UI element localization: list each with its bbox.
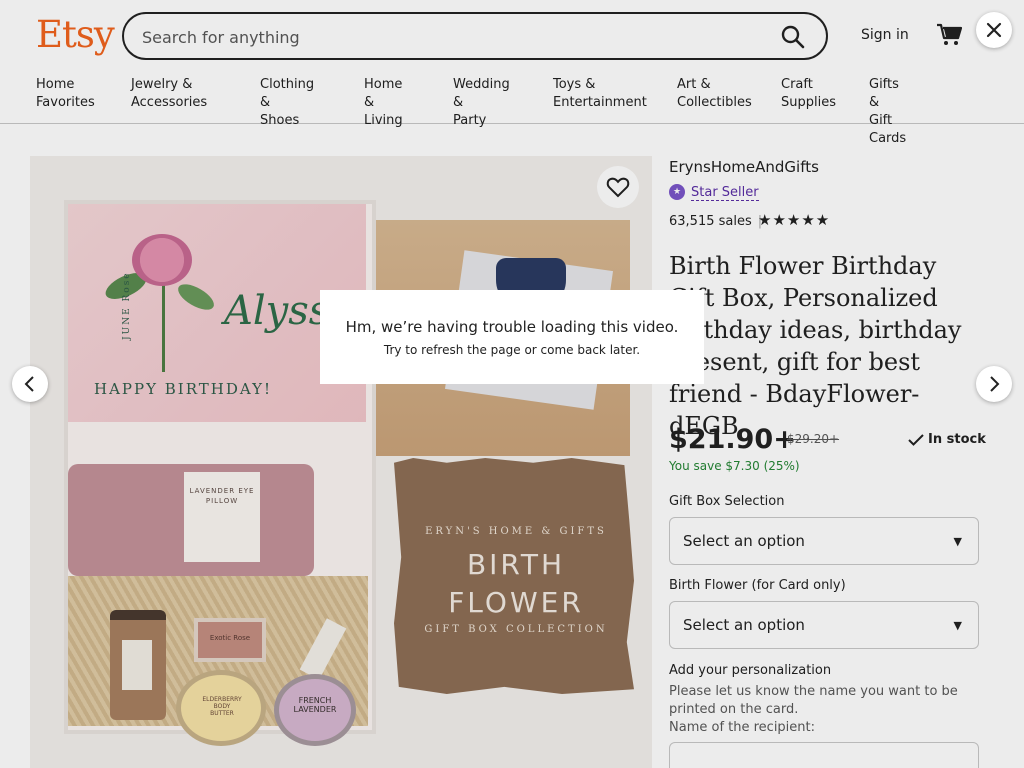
chevron-left-icon[interactable] <box>12 366 48 402</box>
close-icon[interactable] <box>976 12 1012 48</box>
chevron-right-icon[interactable] <box>976 366 1012 402</box>
modal-overlay[interactable] <box>0 0 1024 768</box>
video-error-subtitle: Try to refresh the page or come back lat… <box>383 343 641 357</box>
video-error-message: Hm, we’re having trouble loading this vi… <box>320 290 704 384</box>
video-error-title: Hm, we’re having trouble loading this vi… <box>345 318 679 336</box>
